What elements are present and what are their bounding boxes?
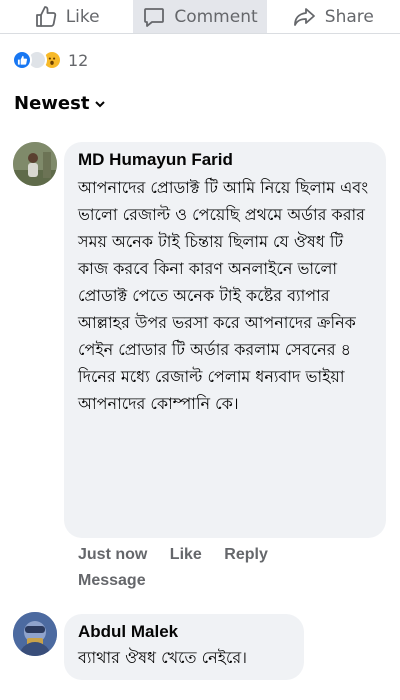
comment-bubble: Abdul Malek ব্যাথার ঔষধ খেতে নেইরে।: [64, 614, 304, 680]
avatar[interactable]: [13, 612, 57, 656]
comment-author[interactable]: Abdul Malek: [78, 622, 290, 642]
reaction-count: 12: [68, 50, 89, 70]
like-button[interactable]: Like: [0, 0, 133, 33]
thumbs-up-icon: [35, 5, 56, 27]
post-action-bar: Like Comment Share: [0, 0, 400, 34]
comment-timestamp[interactable]: Just now: [78, 546, 147, 563]
comment-button[interactable]: Comment: [133, 0, 267, 33]
comment-bubble-icon: [144, 7, 165, 27]
comment-sort-dropdown[interactable]: Newest: [14, 93, 106, 114]
comment-text: আপনাদের প্রোডাক্ট টি আমি নিয়ে ছিলাম এবং…: [78, 178, 369, 413]
like-reaction-icon: [12, 50, 32, 70]
comment-reply-button[interactable]: Reply: [224, 546, 268, 563]
like-button-label: Like: [65, 6, 100, 27]
sort-label: Newest: [14, 93, 90, 114]
share-button[interactable]: Share: [267, 0, 400, 33]
comment-actions: Just now Like Reply: [78, 546, 286, 564]
share-button-label: Share: [324, 6, 374, 27]
reaction-summary[interactable]: 12: [12, 50, 88, 70]
avatar[interactable]: [13, 142, 57, 186]
comment-text: ব্যাথার ঔষধ খেতে নেইরে।: [78, 648, 247, 667]
comment-author[interactable]: MD Humayun Farid: [78, 150, 372, 170]
comment-like-button[interactable]: Like: [170, 546, 202, 563]
comment-button-label: Comment: [174, 6, 258, 27]
comment-bubble: MD Humayun Farid আপনাদের প্রোডাক্ট টি আম…: [64, 142, 386, 538]
share-arrow-icon: [293, 7, 315, 26]
chevron-down-icon: [95, 100, 106, 107]
comment-message-button[interactable]: Message: [78, 572, 146, 590]
